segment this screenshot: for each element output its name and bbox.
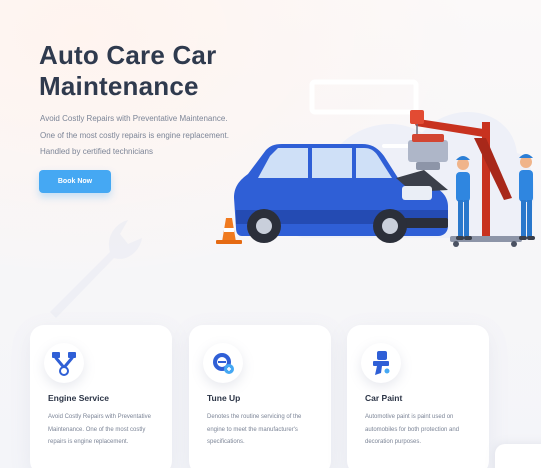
wrench-watermark-icon [50, 220, 142, 318]
service-card-description: Avoid Costly Repairs with Preventative M… [48, 414, 151, 445]
car-paint-icon-badge [361, 343, 401, 383]
service-card-engine[interactable]: Engine Service Avoid Costly Repairs with… [30, 325, 172, 468]
floating-widget[interactable] [495, 444, 541, 468]
car-repair-illustration [216, 79, 535, 247]
service-card-title: Tune Up [207, 393, 241, 403]
service-card-description: Automotive paint is paint used on automo… [365, 414, 460, 445]
engine-icon-badge [44, 343, 84, 383]
window-frame-decor [309, 79, 419, 115]
tune-up-gauge-icon [213, 353, 234, 374]
service-card-tune-up[interactable]: Tune Up Denotes the routine servicing of… [189, 325, 331, 468]
service-card-title: Engine Service [48, 393, 109, 403]
paint-brush-icon [373, 351, 390, 375]
hero-title-line-1: Auto Care Car [39, 40, 217, 70]
tune-up-icon-badge [203, 343, 243, 383]
engine-pistons-icon [52, 352, 76, 376]
book-now-button[interactable]: Book Now [39, 170, 111, 193]
service-card-description: Denotes the routine servicing of the eng… [207, 414, 302, 445]
service-card-title: Car Paint [365, 393, 403, 403]
service-card-car-paint[interactable]: Car Paint Automotive paint is paint used… [347, 325, 489, 468]
